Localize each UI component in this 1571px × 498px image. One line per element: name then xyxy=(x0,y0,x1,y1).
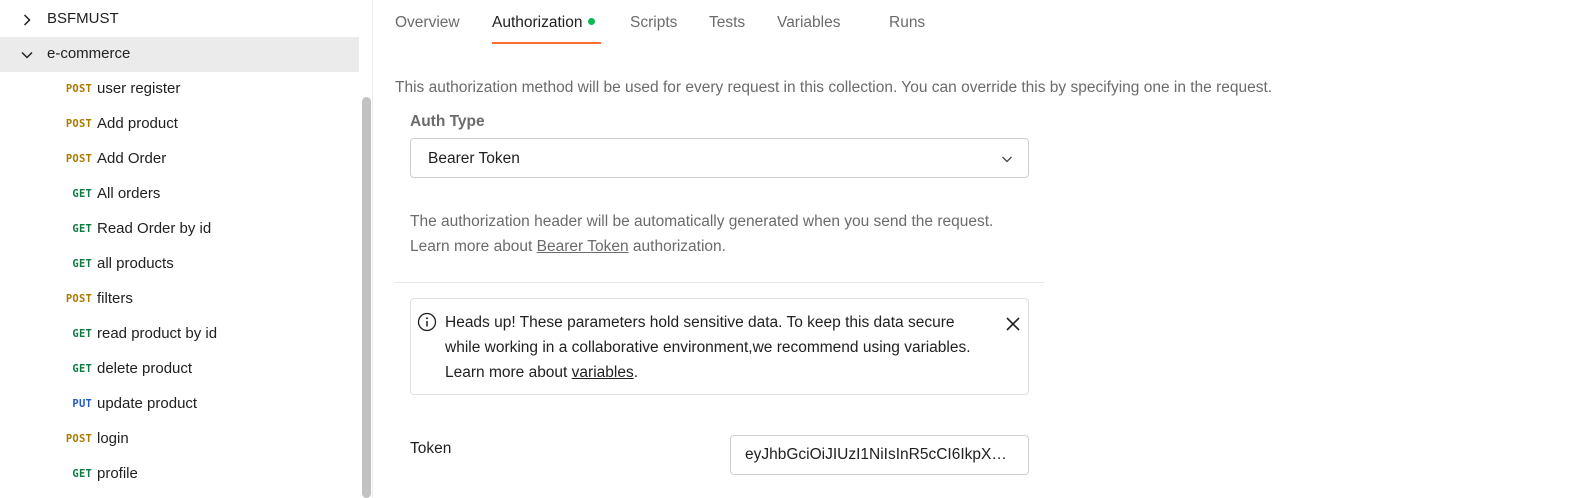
alert-line3: Learn more about variables. xyxy=(445,360,1000,385)
request-label: delete product xyxy=(97,360,193,377)
request-item[interactable]: POST Add Order xyxy=(0,142,359,177)
request-label: All orders xyxy=(97,185,161,202)
request-item[interactable]: GET delete product xyxy=(0,352,359,387)
tab-overview[interactable]: Overview xyxy=(395,14,460,32)
auth-description: This authorization method will be used f… xyxy=(395,79,1273,96)
request-label: filters xyxy=(97,290,133,307)
active-tab-indicator xyxy=(492,42,601,44)
request-item[interactable]: POST Add product xyxy=(0,107,359,142)
request-label: Read Order by id xyxy=(97,220,212,237)
request-label: update product xyxy=(97,395,198,412)
method-badge: POST xyxy=(65,293,92,305)
method-badge: PUT xyxy=(72,398,92,410)
request-item[interactable]: GET all products xyxy=(0,247,359,282)
alert-prefix: Learn more about xyxy=(445,364,572,381)
method-badge: POST xyxy=(65,118,92,130)
auth-type-select[interactable]: Bearer Token xyxy=(410,138,1029,178)
alert-line1: Heads up! These parameters hold sensitiv… xyxy=(445,314,955,331)
tab-label: Authorization xyxy=(492,14,583,31)
alert-line2: while working in a collaborative environ… xyxy=(445,339,971,356)
request-item[interactable]: POST filters xyxy=(0,282,359,317)
request-item[interactable]: GET All orders xyxy=(0,177,359,212)
method-badge: GET xyxy=(72,363,92,375)
chevron-down-icon[interactable] xyxy=(19,47,35,63)
bearer-token-link[interactable]: Bearer Token xyxy=(537,238,629,255)
chevron-right-icon[interactable] xyxy=(19,12,35,28)
folder-e-commerce[interactable]: e-commerce xyxy=(0,37,359,72)
tab-tests[interactable]: Tests xyxy=(709,14,745,32)
token-label: Token xyxy=(410,440,452,457)
request-label: login xyxy=(97,430,129,447)
variables-link[interactable]: variables xyxy=(572,364,634,381)
chevron-down-icon xyxy=(1002,156,1012,163)
request-label: user register xyxy=(97,80,181,97)
request-label: Add Order xyxy=(97,150,167,167)
auth-info-line2: Learn more about Bearer Token authorizat… xyxy=(410,234,993,259)
method-badge: GET xyxy=(72,188,92,200)
request-label: Add product xyxy=(97,115,178,132)
section-divider xyxy=(395,282,1044,283)
method-badge: POST xyxy=(65,433,92,445)
request-label: read product by id xyxy=(97,325,218,342)
close-icon[interactable] xyxy=(1004,315,1022,333)
info-prefix: Learn more about xyxy=(410,238,537,255)
auth-type-value: Bearer Token xyxy=(428,150,520,167)
auth-type-label: Auth Type xyxy=(410,113,485,130)
folder-label: BSFMUST xyxy=(47,10,119,27)
info-suffix: authorization. xyxy=(628,238,726,255)
method-badge: POST xyxy=(65,153,92,165)
auth-info-text: The authorization header will be automat… xyxy=(410,209,993,259)
status-dot-icon xyxy=(588,18,596,26)
request-item[interactable]: POST login xyxy=(0,422,359,457)
method-badge: GET xyxy=(72,328,92,340)
request-item[interactable]: GET Read Order by id xyxy=(0,212,359,247)
token-input[interactable]: eyJhbGciOiJIUzI1NiIsInR5cCI6IkpXVCJ9 xyxy=(730,435,1029,475)
tab-scripts[interactable]: Scripts xyxy=(630,14,677,32)
method-badge: POST xyxy=(65,83,92,95)
tab-authorization[interactable]: Authorization xyxy=(492,14,596,32)
request-item[interactable]: PUT update product xyxy=(0,387,359,422)
tab-variables[interactable]: Variables xyxy=(777,14,840,32)
tab-runs[interactable]: Runs xyxy=(889,14,925,32)
folder-bsfmust[interactable]: BSFMUST xyxy=(0,2,359,37)
collection-sidebar: BSFMUST e-commerce POST user register PO… xyxy=(0,0,373,498)
auth-info-line1: The authorization header will be automat… xyxy=(410,213,994,230)
alert-suffix: . xyxy=(633,364,639,381)
method-badge: GET xyxy=(72,223,92,235)
method-badge: GET xyxy=(72,468,92,480)
folder-label: e-commerce xyxy=(47,45,131,62)
collection-settings-panel: Overview Authorization Scripts Tests Var… xyxy=(373,0,1571,498)
request-label: profile xyxy=(97,465,138,482)
sensitive-data-alert: Heads up! These parameters hold sensitiv… xyxy=(410,298,1029,395)
request-item[interactable]: GET profile xyxy=(0,457,359,492)
request-item[interactable]: POST user register xyxy=(0,72,359,107)
sidebar-scrollbar[interactable] xyxy=(362,97,371,498)
info-icon xyxy=(417,312,437,332)
request-item[interactable]: GET read product by id xyxy=(0,317,359,352)
alert-text: Heads up! These parameters hold sensitiv… xyxy=(445,310,1000,385)
method-badge: GET xyxy=(72,258,92,270)
request-label: all products xyxy=(97,255,174,272)
token-value: eyJhbGciOiJIUzI1NiIsInR5cCI6IkpXVCJ9 xyxy=(745,446,1015,463)
